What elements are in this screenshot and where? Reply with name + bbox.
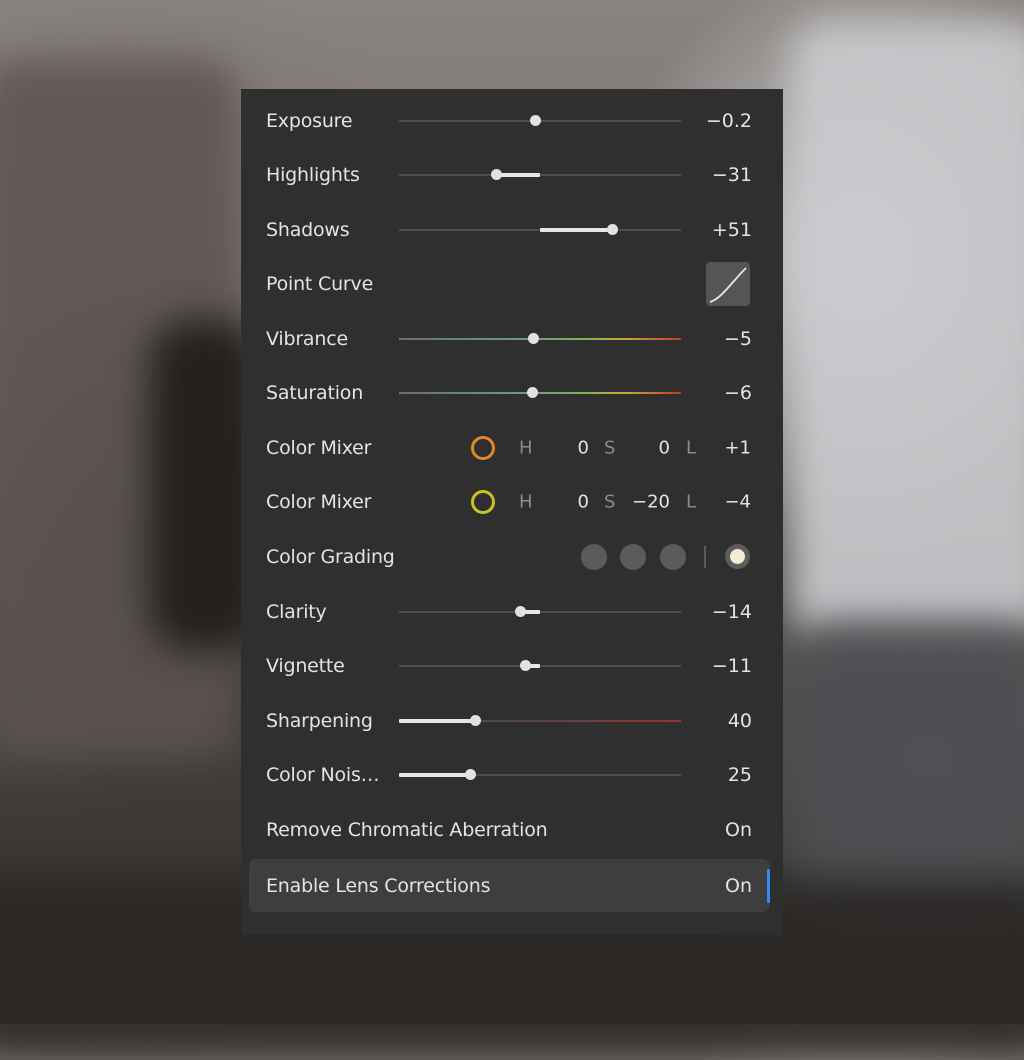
highlights-wheel-icon[interactable] xyxy=(660,543,686,570)
luminance-value[interactable]: −4 xyxy=(711,491,751,512)
exposure-label: Exposure xyxy=(266,109,353,132)
color-noise-value[interactable]: 25 xyxy=(728,764,752,786)
row-saturation[interactable]: Saturation −6 xyxy=(249,366,770,419)
highlights-slider-fill xyxy=(496,172,540,177)
vibrance-slider-thumb[interactable] xyxy=(527,333,539,344)
remove-chromatic-aberration-label: Remove Chromatic Aberration xyxy=(266,818,548,841)
highlights-value[interactable]: −31 xyxy=(712,164,752,186)
luminance-value[interactable]: +1 xyxy=(711,437,751,458)
saturation-label: Saturation xyxy=(266,381,364,404)
vibrance-label: Vibrance xyxy=(266,327,348,350)
global-wheel-color xyxy=(730,549,745,564)
vignette-slider-track[interactable] xyxy=(399,660,681,671)
sharpening-label: Sharpening xyxy=(266,709,373,732)
yellow-swatch-icon[interactable] xyxy=(471,489,495,514)
saturation-value[interactable]: −6 xyxy=(724,382,752,404)
remove-chromatic-aberration-value[interactable]: On xyxy=(725,819,752,841)
hue-letter: H xyxy=(519,491,533,512)
vibrance-slider-track[interactable] xyxy=(399,333,681,344)
clarity-slider-track[interactable] xyxy=(399,606,681,617)
enable-lens-corrections-value[interactable]: On xyxy=(725,875,752,897)
saturation-slider-thumb[interactable] xyxy=(526,387,538,398)
row-color-noise[interactable]: Color Nois… 25 xyxy=(249,748,770,801)
row-remove-chromatic-aberration[interactable]: Remove Chromatic Aberration On xyxy=(249,803,770,856)
color-mixer-label: Color Mixer xyxy=(266,436,372,459)
color-grading-label: Color Grading xyxy=(266,545,395,568)
saturation-mix-value[interactable]: 0 xyxy=(630,437,670,458)
background-building-right xyxy=(800,620,1024,920)
row-sharpening[interactable]: Sharpening 40 xyxy=(249,694,770,747)
orange-swatch-icon[interactable] xyxy=(471,435,495,460)
sharpening-slider-thumb[interactable] xyxy=(469,715,481,726)
shadows-slider-thumb[interactable] xyxy=(606,224,618,235)
edit-panel: Exposure −0.2 Highlights −31 Shadows +51… xyxy=(241,89,783,935)
hue-letter: H xyxy=(519,437,533,458)
shadows-slider-fill xyxy=(540,227,612,232)
hue-value[interactable]: 0 xyxy=(549,491,589,512)
vignette-value[interactable]: −11 xyxy=(712,655,752,677)
highlights-slider-track[interactable] xyxy=(399,169,681,180)
row-color-mixer-yellow[interactable]: Color Mixer H 0 S −20 L −4 xyxy=(249,475,770,528)
color-mixer-label: Color Mixer xyxy=(266,490,372,513)
saturation-slider-track[interactable] xyxy=(399,387,681,398)
vignette-slider-thumb[interactable] xyxy=(519,660,531,671)
row-exposure[interactable]: Exposure −0.2 xyxy=(249,94,770,147)
clarity-slider-thumb[interactable] xyxy=(514,606,526,617)
vibrance-value[interactable]: −5 xyxy=(724,328,752,350)
row-highlights[interactable]: Highlights −31 xyxy=(249,148,770,201)
highlights-label: Highlights xyxy=(266,163,360,186)
luminance-letter: L xyxy=(686,491,697,512)
background-sky-right xyxy=(790,20,1024,640)
row-color-mixer-orange[interactable]: Color Mixer H 0 S 0 L +1 xyxy=(249,421,770,474)
color-noise-slider-track[interactable] xyxy=(399,769,681,780)
row-vibrance[interactable]: Vibrance −5 xyxy=(249,312,770,365)
saturation-mix-value[interactable]: −20 xyxy=(630,491,670,512)
color-noise-slider-thumb[interactable] xyxy=(464,769,476,780)
sharpening-slider-track[interactable] xyxy=(399,715,681,726)
saturation-letter: S xyxy=(604,437,616,458)
hue-value[interactable]: 0 xyxy=(549,437,589,458)
row-shadows[interactable]: Shadows +51 xyxy=(249,203,770,256)
point-curve-label: Point Curve xyxy=(266,272,374,295)
vignette-label: Vignette xyxy=(266,654,345,677)
exposure-slider-thumb[interactable] xyxy=(529,115,541,126)
saturation-letter: S xyxy=(604,491,616,512)
color-noise-label: Color Nois… xyxy=(266,763,380,786)
color-noise-slider-fill xyxy=(399,772,470,777)
row-clarity[interactable]: Clarity −14 xyxy=(249,585,770,638)
row-vignette[interactable]: Vignette −11 xyxy=(249,639,770,692)
clarity-label: Clarity xyxy=(266,600,327,623)
sharpening-value[interactable]: 40 xyxy=(728,710,752,732)
row-color-grading[interactable]: Color Grading xyxy=(249,530,770,583)
highlights-slider-thumb[interactable] xyxy=(490,169,502,180)
shadows-label: Shadows xyxy=(266,218,350,241)
enable-lens-corrections-label: Enable Lens Corrections xyxy=(266,874,491,897)
exposure-value[interactable]: −0.2 xyxy=(706,110,752,132)
row-point-curve[interactable]: Point Curve xyxy=(249,257,770,310)
sharpening-slider-fill xyxy=(399,718,475,723)
midtones-wheel-icon[interactable] xyxy=(620,543,646,570)
shadows-slider-track[interactable] xyxy=(399,224,681,235)
shadows-wheel-icon[interactable] xyxy=(581,543,607,570)
exposure-slider-track[interactable] xyxy=(399,115,681,126)
row-enable-lens-corrections[interactable]: Enable Lens Corrections On xyxy=(249,859,770,912)
divider xyxy=(704,545,706,568)
global-wheel-icon[interactable] xyxy=(725,544,750,569)
curve-icon[interactable] xyxy=(706,261,750,306)
shadows-value[interactable]: +51 xyxy=(712,219,752,241)
clarity-value[interactable]: −14 xyxy=(712,601,752,623)
luminance-letter: L xyxy=(686,437,697,458)
